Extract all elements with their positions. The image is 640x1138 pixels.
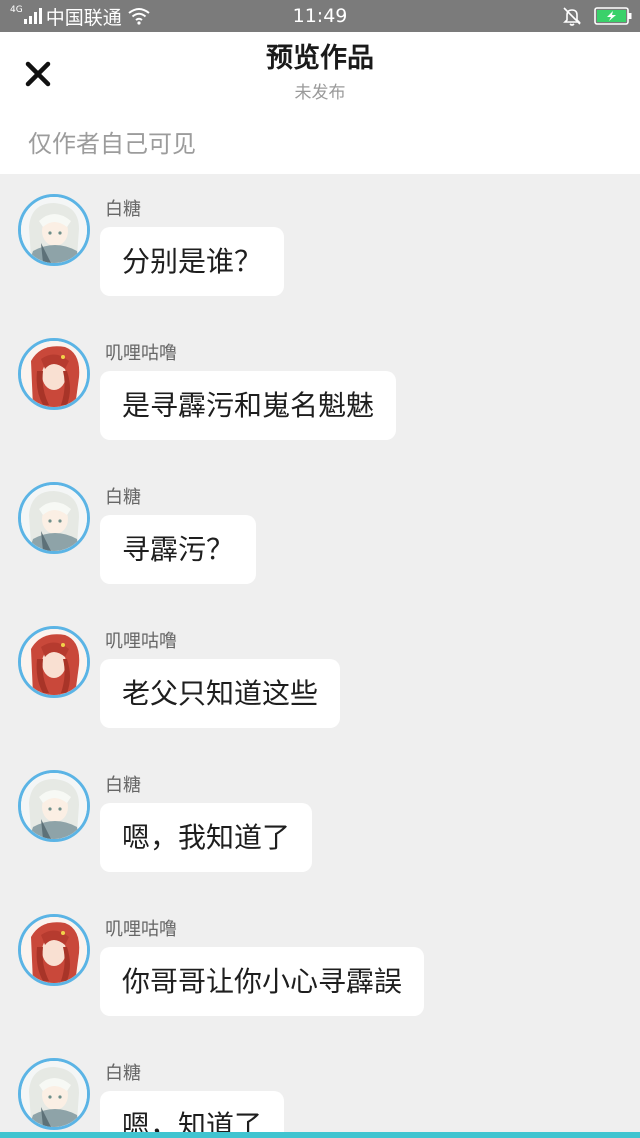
chat-message: 叽哩咕噜 老父只知道这些 xyxy=(0,606,640,750)
message-bubble[interactable]: 寻霹污？ xyxy=(100,515,257,584)
chat-message: 叽哩咕噜 你哥哥让你小心寻霹誤 xyxy=(0,894,640,1038)
publish-status: 未发布 xyxy=(294,83,346,103)
chat-message: 白糖 分别是谁？ xyxy=(0,174,640,318)
message-bubble[interactable]: 是寻霹污和嵬名魁魅 xyxy=(100,371,397,440)
sender-name: 叽哩咕噜 xyxy=(105,919,177,940)
message-bubble[interactable]: 老父只知道这些 xyxy=(100,659,341,728)
white-hair-character-avatar[interactable] xyxy=(18,482,90,554)
sender-name: 叽哩咕噜 xyxy=(105,343,177,364)
network-type: 4G xyxy=(10,5,23,15)
red-hair-character-avatar[interactable] xyxy=(18,626,90,698)
page-title: 预览作品 xyxy=(266,43,374,74)
wifi-icon xyxy=(128,8,150,25)
visibility-note: 仅作者自己可见 xyxy=(28,130,196,158)
red-hair-character-avatar[interactable] xyxy=(18,338,90,410)
white-hair-character-avatar[interactable] xyxy=(18,194,90,266)
message-bubble[interactable]: 分别是谁？ xyxy=(100,227,285,296)
white-hair-character-avatar[interactable] xyxy=(18,1058,90,1130)
sender-name: 白糖 xyxy=(105,487,141,508)
chat-message: 白糖 嗯，知道了 xyxy=(0,1038,640,1132)
red-hair-character-avatar[interactable] xyxy=(18,914,90,986)
chat-message: 叽哩咕噜 是寻霹污和嵬名魁魅 xyxy=(0,318,640,462)
message-bubble[interactable]: 嗯，知道了 xyxy=(100,1091,285,1132)
status-bar: 4G 中国联通 11:49 xyxy=(0,0,640,32)
sender-name: 白糖 xyxy=(105,1063,141,1084)
message-bubble[interactable]: 你哥哥让你小心寻霹誤 xyxy=(100,947,425,1016)
status-time: 11:49 xyxy=(292,5,348,27)
chat-message: 白糖 嗯，我知道了 xyxy=(0,750,640,894)
preview-header: 预览作品 未发布 仅作者自己可见 xyxy=(0,32,640,174)
white-hair-character-avatar[interactable] xyxy=(18,770,90,842)
carrier-name: 中国联通 xyxy=(45,6,122,29)
status-left: 4G 中国联通 xyxy=(10,4,150,29)
battery-charging-icon xyxy=(594,7,632,25)
signal-icon xyxy=(23,8,42,24)
bottom-accent-bar xyxy=(0,1132,640,1138)
chat-list[interactable]: 白糖 分别是谁？ 叽哩咕噜 是寻霹污和嵬名魁魅 白糖 寻霹污？ 叽哩咕噜 老父只… xyxy=(0,174,640,1132)
sender-name: 叽哩咕噜 xyxy=(105,631,177,652)
chat-message: 白糖 寻霹污？ xyxy=(0,462,640,606)
bell-off-icon xyxy=(563,7,581,26)
message-bubble[interactable]: 嗯，我知道了 xyxy=(100,803,313,872)
sender-name: 白糖 xyxy=(105,199,141,220)
sender-name: 白糖 xyxy=(105,775,141,796)
